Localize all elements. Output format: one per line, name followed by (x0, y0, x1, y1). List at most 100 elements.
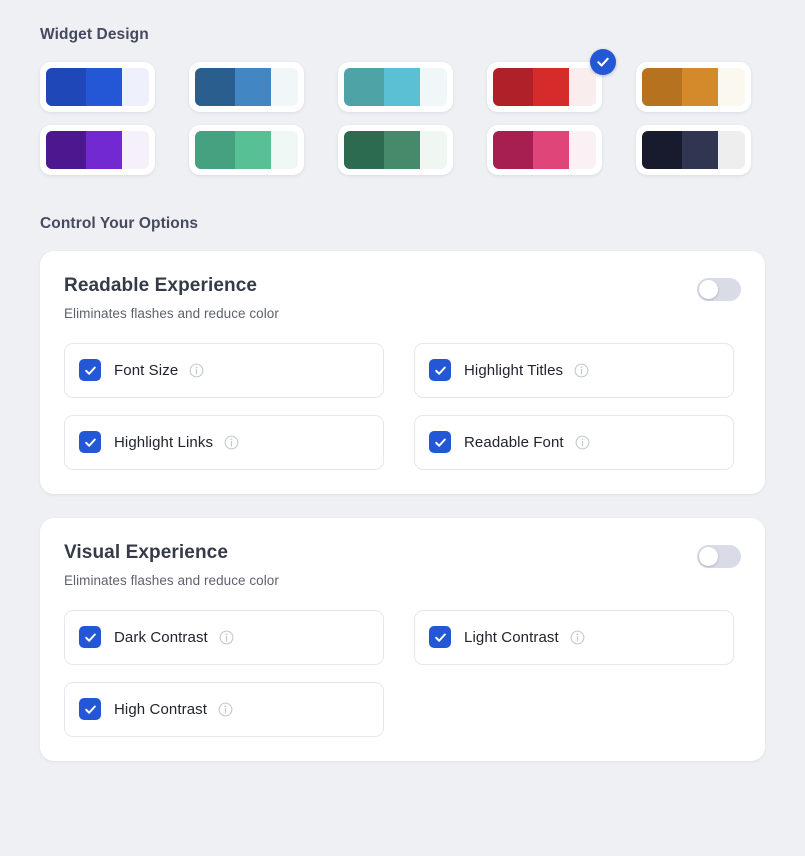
swatch-color-segment (122, 131, 149, 169)
color-swatch-magenta[interactable] (487, 125, 602, 175)
checkbox-highlight-links[interactable] (79, 431, 101, 454)
checkbox-options-grid: Dark Contrast Light Contrast High Contrast (64, 609, 741, 737)
card-header-text: Visual Experience Eliminates flashes and … (64, 542, 279, 588)
option-label: Readable Font (464, 433, 564, 451)
card-subtitle: Eliminates flashes and reduce color (64, 572, 279, 588)
option-row[interactable]: Dark Contrast (64, 609, 384, 665)
swatch-color-strip (195, 131, 298, 169)
color-swatch-blue[interactable] (40, 62, 155, 112)
checkbox-highlight-titles[interactable] (429, 359, 451, 382)
swatch-color-segment (493, 131, 534, 169)
swatch-color-segment (682, 68, 719, 106)
color-swatch-mint-green[interactable] (189, 125, 304, 175)
card-header-text: Readable Experience Eliminates flashes an… (64, 275, 279, 321)
card-title: Visual Experience (64, 541, 228, 563)
option-card-readable-experience: Readable Experience Eliminates flashes an… (40, 251, 765, 494)
swatch-color-segment (533, 68, 570, 106)
option-label: Dark Contrast (114, 628, 208, 646)
swatch-color-segment (344, 131, 385, 169)
swatch-color-segment (235, 131, 272, 169)
color-swatch-teal[interactable] (338, 62, 453, 112)
color-swatch-purple[interactable] (40, 125, 155, 175)
option-row[interactable]: High Contrast (64, 681, 384, 737)
swatch-color-segment (235, 68, 272, 106)
swatch-color-segment (195, 68, 236, 106)
widget-design-heading: Widget Design (40, 26, 149, 43)
swatch-color-segment (420, 68, 447, 106)
info-icon[interactable] (218, 702, 233, 717)
toggle-readable-experience[interactable] (697, 278, 741, 301)
swatch-color-strip (642, 131, 745, 169)
swatch-color-segment (642, 68, 683, 106)
option-row[interactable]: Highlight Titles (414, 342, 734, 398)
swatch-color-segment (46, 131, 87, 169)
info-icon[interactable] (570, 630, 585, 645)
swatch-color-segment (569, 68, 596, 106)
info-icon[interactable] (224, 435, 239, 450)
control-your-options-heading: Control Your Options (40, 215, 199, 232)
swatch-color-strip (493, 68, 596, 106)
checkbox-font-size[interactable] (79, 359, 101, 382)
option-row[interactable]: Readable Font (414, 414, 734, 470)
swatch-color-strip (642, 68, 745, 106)
widget-design-swatch-grid (40, 49, 765, 175)
color-swatch-red[interactable] (487, 49, 616, 112)
swatch-color-strip (344, 68, 447, 106)
swatch-color-segment (86, 68, 123, 106)
swatch-color-segment (569, 131, 596, 169)
color-swatch-forest-green[interactable] (338, 125, 453, 175)
card-title: Readable Experience (64, 275, 258, 296)
swatch-color-segment (642, 131, 683, 169)
swatch-color-segment (493, 68, 534, 106)
option-row[interactable]: Highlight Links (64, 414, 384, 470)
swatch-color-segment (344, 68, 385, 106)
swatch-color-segment (718, 68, 745, 106)
color-swatch-amber[interactable] (636, 62, 751, 112)
checkbox-readable-font[interactable] (429, 431, 451, 454)
color-swatch-steel-blue[interactable] (189, 62, 304, 112)
option-row[interactable]: Font Size (64, 342, 384, 398)
swatch-color-strip (344, 131, 447, 169)
option-label: Light Contrast (464, 628, 559, 646)
swatch-color-segment (271, 131, 298, 169)
checkbox-high-contrast[interactable] (79, 698, 101, 721)
swatch-color-segment (86, 131, 123, 169)
option-row[interactable]: Light Contrast (414, 609, 734, 665)
card-header: Visual Experience Eliminates flashes and … (64, 542, 741, 588)
info-icon[interactable] (189, 363, 204, 378)
toggle-knob (699, 546, 718, 566)
option-label: High Contrast (114, 700, 208, 718)
option-label: Highlight Titles (464, 361, 564, 379)
info-icon[interactable] (575, 435, 590, 450)
option-label: Font Size (114, 361, 179, 379)
swatch-color-segment (420, 131, 447, 169)
swatch-selected-check-icon (590, 49, 616, 75)
swatch-color-segment (46, 68, 87, 106)
info-icon[interactable] (574, 363, 589, 378)
checkbox-options-grid: Font Size Highlight Titles Highlight Links… (64, 342, 741, 470)
checkbox-light-contrast[interactable] (429, 626, 451, 649)
swatch-color-strip (493, 131, 596, 169)
swatch-color-segment (195, 131, 236, 169)
swatch-color-segment (682, 131, 719, 169)
accessibility-widget-panel: Widget Design Control Your Options Reada… (0, 0, 805, 856)
swatch-color-segment (122, 68, 149, 106)
option-label: Highlight Links (114, 433, 214, 451)
swatch-color-segment (718, 131, 745, 169)
card-subtitle: Eliminates flashes and reduce color (64, 305, 279, 321)
swatch-color-segment (384, 131, 421, 169)
swatch-color-segment (384, 68, 421, 106)
swatch-color-segment (271, 68, 298, 106)
swatch-color-strip (46, 131, 149, 169)
toggle-visual-experience[interactable] (697, 544, 741, 568)
checkbox-dark-contrast[interactable] (79, 626, 101, 649)
card-header: Readable Experience Eliminates flashes an… (64, 275, 741, 321)
option-cards-container: Readable Experience Eliminates flashes an… (40, 251, 765, 761)
swatch-color-strip (46, 68, 149, 106)
option-card-visual-experience: Visual Experience Eliminates flashes and … (40, 517, 765, 761)
color-swatch-midnight[interactable] (636, 125, 751, 175)
swatch-color-strip (195, 68, 298, 106)
toggle-knob (699, 280, 718, 299)
info-icon[interactable] (219, 630, 234, 645)
swatch-color-segment (533, 131, 570, 169)
